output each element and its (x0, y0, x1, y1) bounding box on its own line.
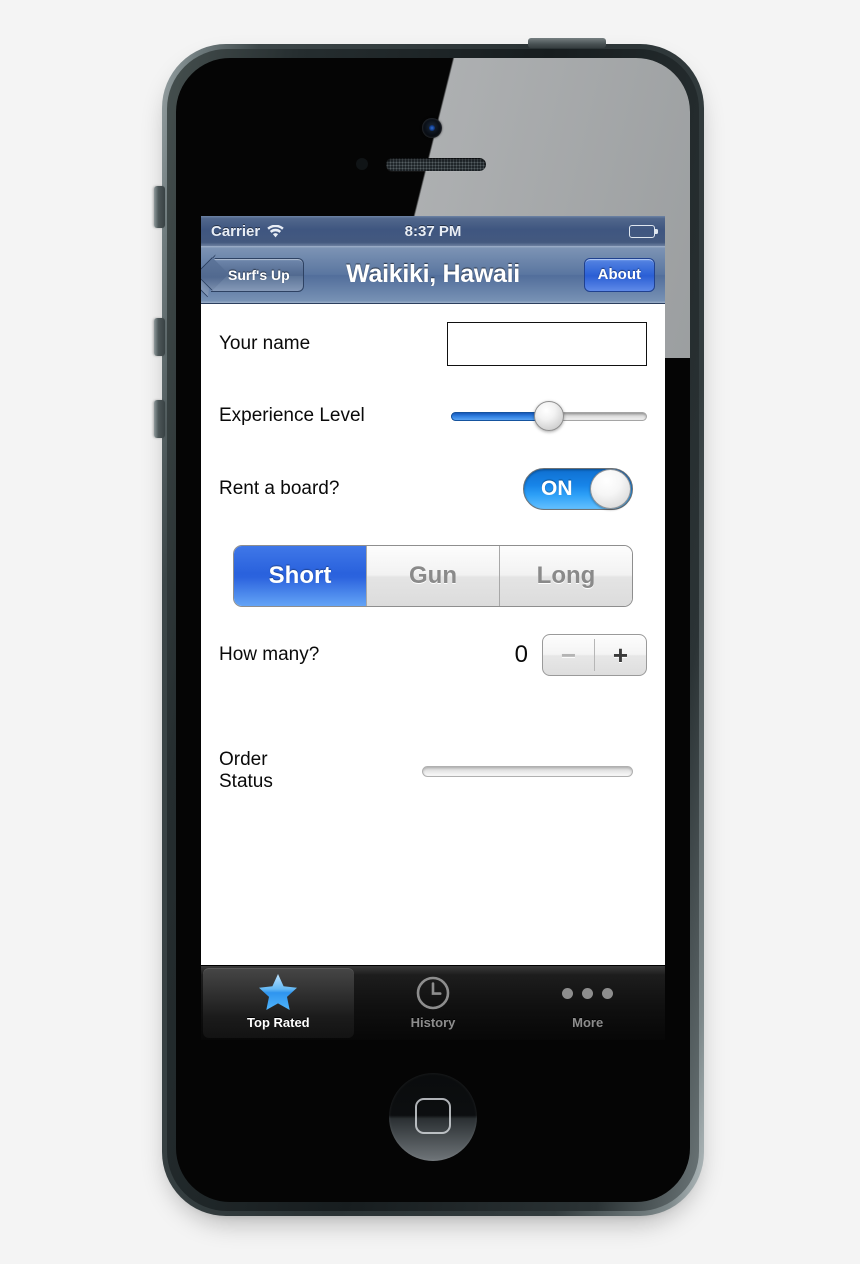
home-button[interactable] (389, 1073, 477, 1161)
quantity-value: 0 (514, 641, 528, 668)
slider-thumb[interactable] (534, 401, 564, 431)
tab-label-history: History (410, 1014, 456, 1030)
board-type-row: Short Gun Long (233, 545, 633, 607)
order-progress-bar (422, 765, 633, 777)
segment-gun[interactable]: Gun (367, 546, 500, 606)
proximity-sensor-icon (356, 158, 368, 170)
name-label: Your name (219, 333, 311, 354)
tab-bar: Top Rated History More (201, 965, 665, 1040)
order-status-row: Order Status (219, 749, 633, 793)
tab-more[interactable]: More (512, 968, 663, 1038)
front-camera-icon (422, 118, 442, 138)
ellipsis-icon (562, 977, 614, 1011)
back-button[interactable]: Surf's Up (201, 256, 304, 292)
form-content: Your name Experience Level Rent a board?… (201, 304, 665, 994)
quantity-stepper[interactable]: − + (542, 634, 647, 676)
name-row: Your name (219, 322, 647, 366)
tab-history[interactable]: History (358, 968, 509, 1038)
tab-top-rated[interactable]: Top Rated (203, 968, 354, 1038)
quantity-control-group: 0 − + (515, 634, 647, 676)
experience-label: Experience Level (219, 405, 365, 426)
stepper-increment-button[interactable]: + (595, 635, 646, 675)
stepper-decrement-button[interactable]: − (543, 635, 594, 675)
board-type-segmented-control[interactable]: Short Gun Long (233, 545, 633, 607)
navigation-bar: Surf's Up Waikiki, Hawaii About (201, 246, 665, 304)
quantity-label: How many? (219, 644, 320, 665)
back-button-label: Surf's Up (228, 266, 290, 283)
status-bar-time: 8:37 PM (404, 222, 462, 240)
quantity-row: How many? 0 − + (219, 634, 647, 676)
tab-label-more: More (572, 1014, 604, 1030)
rent-switch[interactable]: ON (523, 468, 633, 510)
rent-row: Rent a board? ON (219, 468, 633, 510)
experience-slider[interactable] (451, 401, 647, 431)
mute-switch[interactable] (154, 186, 165, 228)
segment-short[interactable]: Short (234, 546, 367, 606)
clock-icon (415, 976, 451, 1011)
earpiece-speaker-icon (386, 158, 486, 171)
ellipsis-dot (562, 988, 574, 999)
switch-state-label: ON (541, 477, 573, 500)
home-square-icon (415, 1098, 451, 1134)
star-icon (258, 973, 298, 1011)
battery-icon (629, 224, 658, 238)
screenshot-stage: Carrier 8:37 PM Surf's Up Waikiki, Hawai… (0, 0, 860, 1264)
name-input[interactable] (447, 322, 647, 366)
volume-down-button[interactable] (154, 400, 165, 438)
switch-knob[interactable] (590, 469, 631, 509)
ellipsis-dot (582, 988, 594, 999)
ellipsis-dot (602, 988, 614, 999)
segment-long[interactable]: Long (500, 546, 632, 606)
volume-up-button[interactable] (154, 318, 165, 356)
experience-row: Experience Level (219, 401, 647, 431)
power-button[interactable] (528, 38, 606, 48)
device-screen: Carrier 8:37 PM Surf's Up Waikiki, Hawai… (201, 216, 665, 1040)
rent-label: Rent a board? (219, 478, 340, 499)
order-status-label: Order Status (219, 749, 273, 792)
status-bar: Carrier 8:37 PM (201, 216, 665, 246)
tab-label-top-rated: Top Rated (247, 1014, 310, 1030)
